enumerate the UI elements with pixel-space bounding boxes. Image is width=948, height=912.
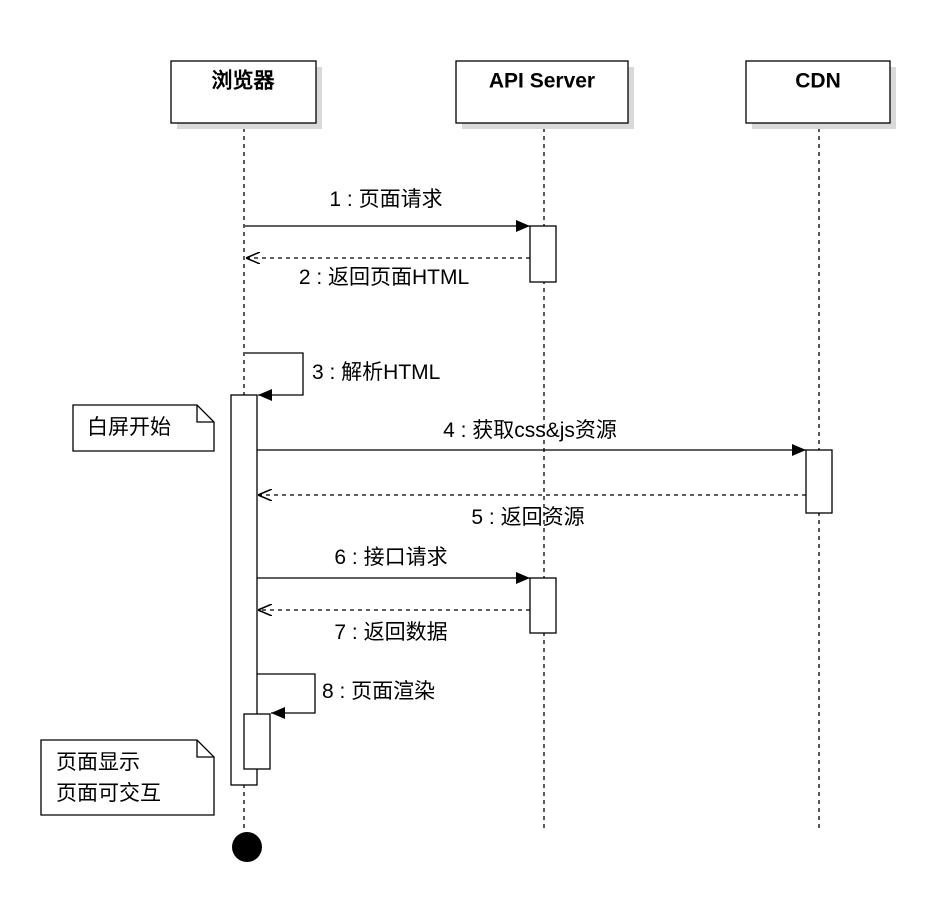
message-8-arrow (257, 673, 316, 719)
message-4-label: 4 : 获取css&js资源 (443, 419, 617, 442)
activation-browser-render (243, 713, 271, 770)
participant-cdn-label: CDN (795, 70, 841, 93)
message-1-label: 1 : 页面请求 (329, 188, 442, 211)
message-6-label: 6 : 接口请求 (334, 546, 447, 569)
participant-browser-label: 浏览器 (212, 69, 276, 93)
end-node (232, 832, 262, 862)
message-5-label: 5 : 返回资源 (471, 506, 584, 529)
activation-cdn (805, 449, 833, 514)
participant-api-server-label: API Server (489, 70, 595, 93)
note-white-screen-start-text: 白屏开始 (87, 416, 171, 439)
participant-api-server[interactable]: API Server (455, 60, 634, 129)
message-2-label: 2 : 返回页面HTML (299, 266, 469, 289)
sequence-diagram: 浏览器 API Server CDN 1 : 页面请求 2 : 返回页面HTML… (40, 60, 896, 862)
message-8-label: 8 : 页面渲染 (322, 680, 435, 703)
note-page-display-line-1: 页面显示 (56, 751, 140, 774)
activation-api-1 (529, 225, 557, 283)
message-3-label: 3 : 解析HTML (312, 361, 440, 384)
participant-browser[interactable]: 浏览器 (170, 60, 322, 129)
participant-cdn[interactable]: CDN (745, 60, 896, 129)
note-white-screen-start[interactable]: 白屏开始 (72, 404, 215, 452)
note-page-display[interactable]: 页面显示 页面可交互 (40, 739, 215, 816)
message-7-label: 7 : 返回数据 (334, 621, 447, 644)
message-3-arrow (245, 352, 304, 401)
activation-api-2 (529, 577, 557, 634)
note-page-display-line-2: 页面可交互 (56, 782, 161, 805)
